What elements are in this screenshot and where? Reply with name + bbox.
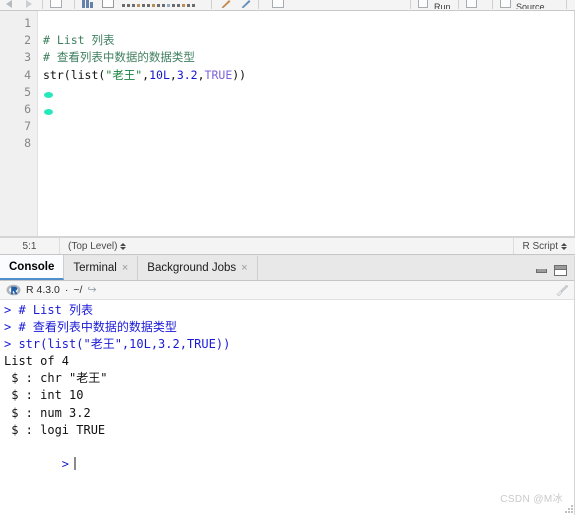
code-token: str(list( [43, 67, 106, 82]
resize-grip-icon[interactable] [564, 504, 574, 514]
minimize-pane-icon[interactable] [536, 268, 547, 273]
toolbar-separator [211, 0, 212, 9]
file-type-selector[interactable]: R Script [513, 238, 575, 254]
source-editor-pane[interactable]: 1 2 3 4 5 6 7 8 # List 列表 # 查看列表中数据的数据类型… [0, 11, 575, 237]
compile-report-icon[interactable] [82, 0, 95, 8]
pane-window-controls [536, 265, 575, 280]
header-separator: · [64, 284, 69, 296]
console-caret [74, 456, 77, 470]
close-icon[interactable]: × [241, 262, 247, 274]
toolbar-separator [410, 0, 411, 9]
console-header: R 4.3.0 · ~/ ↪ [0, 281, 575, 300]
pencil-icon[interactable] [241, 0, 254, 8]
tab-label: Console [9, 260, 55, 273]
editor-cursor-marker [44, 109, 53, 115]
toolbar-separator [566, 0, 567, 9]
console-prompt: > [61, 456, 70, 471]
back-arrow-icon[interactable] [6, 0, 19, 8]
source-button-label[interactable]: Source [516, 3, 545, 9]
line-number: 3 [24, 50, 31, 65]
run-button-label[interactable]: Run [434, 3, 451, 9]
editor-status-bar: 5:1 (Top Level) R Script [0, 237, 575, 255]
source-next-icon[interactable] [466, 0, 479, 8]
tab-label: Terminal [73, 262, 117, 274]
code-line[interactable]: str(list("老王",10L,3.2,TRUE)) [38, 67, 575, 84]
code-token: # 查看列表中数据的数据类型 [43, 50, 195, 65]
code-token: TRUE [204, 67, 233, 82]
line-number: 7 [24, 119, 31, 134]
console-line: > # 查看列表中数据的数据类型 [4, 320, 177, 335]
console-line: $ : int 10 [4, 388, 84, 403]
run-arrow-icon[interactable] [418, 0, 431, 8]
console-prompt-line[interactable]: > [4, 439, 575, 471]
editor-line-number-gutter: 1 2 3 4 5 6 7 8 [0, 11, 38, 236]
source-toolbar: Run Source [0, 0, 575, 11]
watermark: CSDN @M冰 [500, 494, 563, 505]
code-token: # List 列表 [43, 33, 115, 48]
file-type-label: R Script [522, 240, 558, 252]
broom-icon[interactable] [555, 284, 569, 297]
line-number: 1 [24, 16, 31, 30]
code-token: , [169, 67, 177, 82]
code-line[interactable] [38, 15, 575, 32]
forward-arrow-icon[interactable] [26, 0, 39, 8]
editor-code-area[interactable]: # List 列表 # 查看列表中数据的数据类型 str(list("老王",1… [38, 11, 575, 236]
scope-label: (Top Level) [68, 240, 118, 252]
toolbar-separator [492, 0, 493, 9]
console-line: $ : chr "老王" [4, 371, 108, 386]
console-line: List of 4 [4, 354, 70, 369]
toolbar-separator [258, 0, 259, 9]
line-number: 2 [24, 33, 31, 48]
maximize-pane-icon[interactable] [554, 265, 567, 276]
tab-terminal[interactable]: Terminal × [64, 256, 139, 280]
code-line[interactable]: # List 列表 [38, 32, 575, 49]
chevron-updown-icon[interactable] [561, 242, 567, 250]
tab-background-jobs[interactable]: Background Jobs × [138, 256, 258, 280]
document-icon[interactable] [102, 0, 115, 8]
r-logo-icon [6, 284, 21, 297]
line-number: 4 [24, 67, 31, 82]
console-line: $ : num 3.2 [4, 405, 91, 420]
save-icon[interactable] [50, 0, 63, 8]
code-line[interactable] [38, 101, 575, 118]
rstudio-window: Run Source 1 2 3 4 5 6 7 8 # List 列表 # 查… [0, 0, 575, 515]
code-line[interactable] [38, 84, 575, 101]
console-line: > str(list("老王",10L,3.2,TRUE)) [4, 337, 231, 352]
tab-label: Background Jobs [147, 262, 237, 274]
editor-cursor-marker [44, 92, 53, 98]
console-line: $ : logi TRUE [4, 422, 106, 437]
r-version-label: R 4.3.0 [26, 284, 60, 296]
source-icon[interactable] [500, 0, 513, 8]
code-line[interactable]: # 查看列表中数据的数据类型 [38, 49, 575, 66]
tab-console[interactable]: Console [0, 255, 65, 280]
code-token: 10L [149, 67, 170, 82]
cursor-position: 5:1 [0, 238, 60, 254]
console-line: > # List 列表 [4, 303, 94, 317]
rerun-icon[interactable] [272, 0, 285, 8]
working-directory-link[interactable]: ~/ [73, 284, 82, 296]
open-in-files-icon[interactable]: ↪ [87, 284, 96, 296]
console-pane: Console Terminal × Background Jobs × R 4… [0, 255, 575, 515]
magic-wand-icon[interactable] [221, 0, 234, 8]
code-token: 3.2 [176, 67, 198, 82]
console-tab-bar: Console Terminal × Background Jobs × [0, 255, 575, 281]
toolbar-separator [458, 0, 459, 9]
toolbar-separator [74, 0, 75, 9]
line-number: 5 [24, 84, 31, 99]
line-number: 8 [24, 136, 31, 151]
scope-selector[interactable]: (Top Level) [60, 238, 513, 254]
chevron-updown-icon[interactable] [120, 242, 127, 250]
code-line[interactable] [38, 118, 575, 135]
code-line[interactable] [38, 135, 575, 152]
code-token: "老王" [105, 67, 143, 82]
close-icon[interactable]: × [122, 262, 128, 274]
console-output[interactable]: > # List 列表 > # 查看列表中数据的数据类型 > str(list(… [0, 300, 575, 515]
line-number: 6 [24, 101, 31, 116]
find-replace-icon[interactable] [122, 0, 212, 8]
code-token: , [197, 67, 205, 82]
toolbar-separator [42, 0, 43, 9]
code-token: )) [232, 67, 247, 82]
